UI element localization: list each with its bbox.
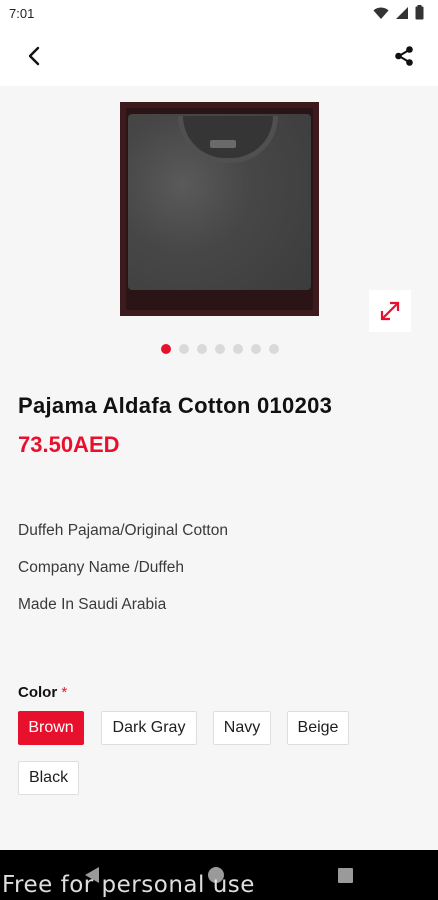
share-button[interactable]	[390, 42, 418, 70]
image-carousel-indicator	[161, 344, 279, 354]
expand-icon	[380, 301, 400, 321]
gift-box-frame	[120, 102, 319, 316]
carousel-dot[interactable]	[215, 344, 225, 354]
color-label-text: Color	[18, 684, 58, 701]
share-icon	[395, 46, 413, 66]
expand-image-button[interactable]	[369, 290, 411, 332]
product-price: 73.50AED	[18, 432, 120, 457]
app-bar	[0, 26, 438, 86]
status-bar: 7:01	[0, 0, 438, 26]
carousel-dot[interactable]	[269, 344, 279, 354]
signal-icon	[396, 6, 408, 19]
status-icons	[373, 5, 424, 20]
product-image[interactable]	[120, 102, 319, 316]
color-chip-navy[interactable]: Navy	[213, 711, 271, 745]
back-button[interactable]	[20, 42, 48, 70]
carousel-dot[interactable]	[161, 344, 171, 354]
description-line: Company Name /Duffeh	[18, 559, 184, 576]
wifi-icon	[373, 7, 389, 19]
color-option-label: Color *	[18, 684, 67, 701]
status-time: 7:01	[9, 6, 35, 21]
product-title: Pajama Aldafa Cotton 010203	[18, 393, 333, 418]
arrow-left-icon	[28, 46, 40, 66]
color-chip-dark-gray[interactable]: Dark Gray	[101, 711, 197, 745]
carousel-dot[interactable]	[197, 344, 207, 354]
description-line: Made In Saudi Arabia	[18, 596, 167, 613]
carousel-dot[interactable]	[179, 344, 189, 354]
color-chip-black[interactable]: Black	[18, 761, 79, 795]
color-chip-brown[interactable]: Brown	[18, 711, 84, 745]
watermark-text: Free for personal use	[2, 872, 255, 898]
carousel-dot[interactable]	[233, 344, 243, 354]
nav-recents-icon[interactable]	[338, 868, 353, 883]
description-line: Duffeh Pajama/Original Cotton	[18, 522, 228, 539]
carousel-dot[interactable]	[251, 344, 261, 354]
battery-icon	[415, 5, 424, 20]
color-chip-beige[interactable]: Beige	[287, 711, 349, 745]
required-mark: *	[61, 684, 68, 701]
